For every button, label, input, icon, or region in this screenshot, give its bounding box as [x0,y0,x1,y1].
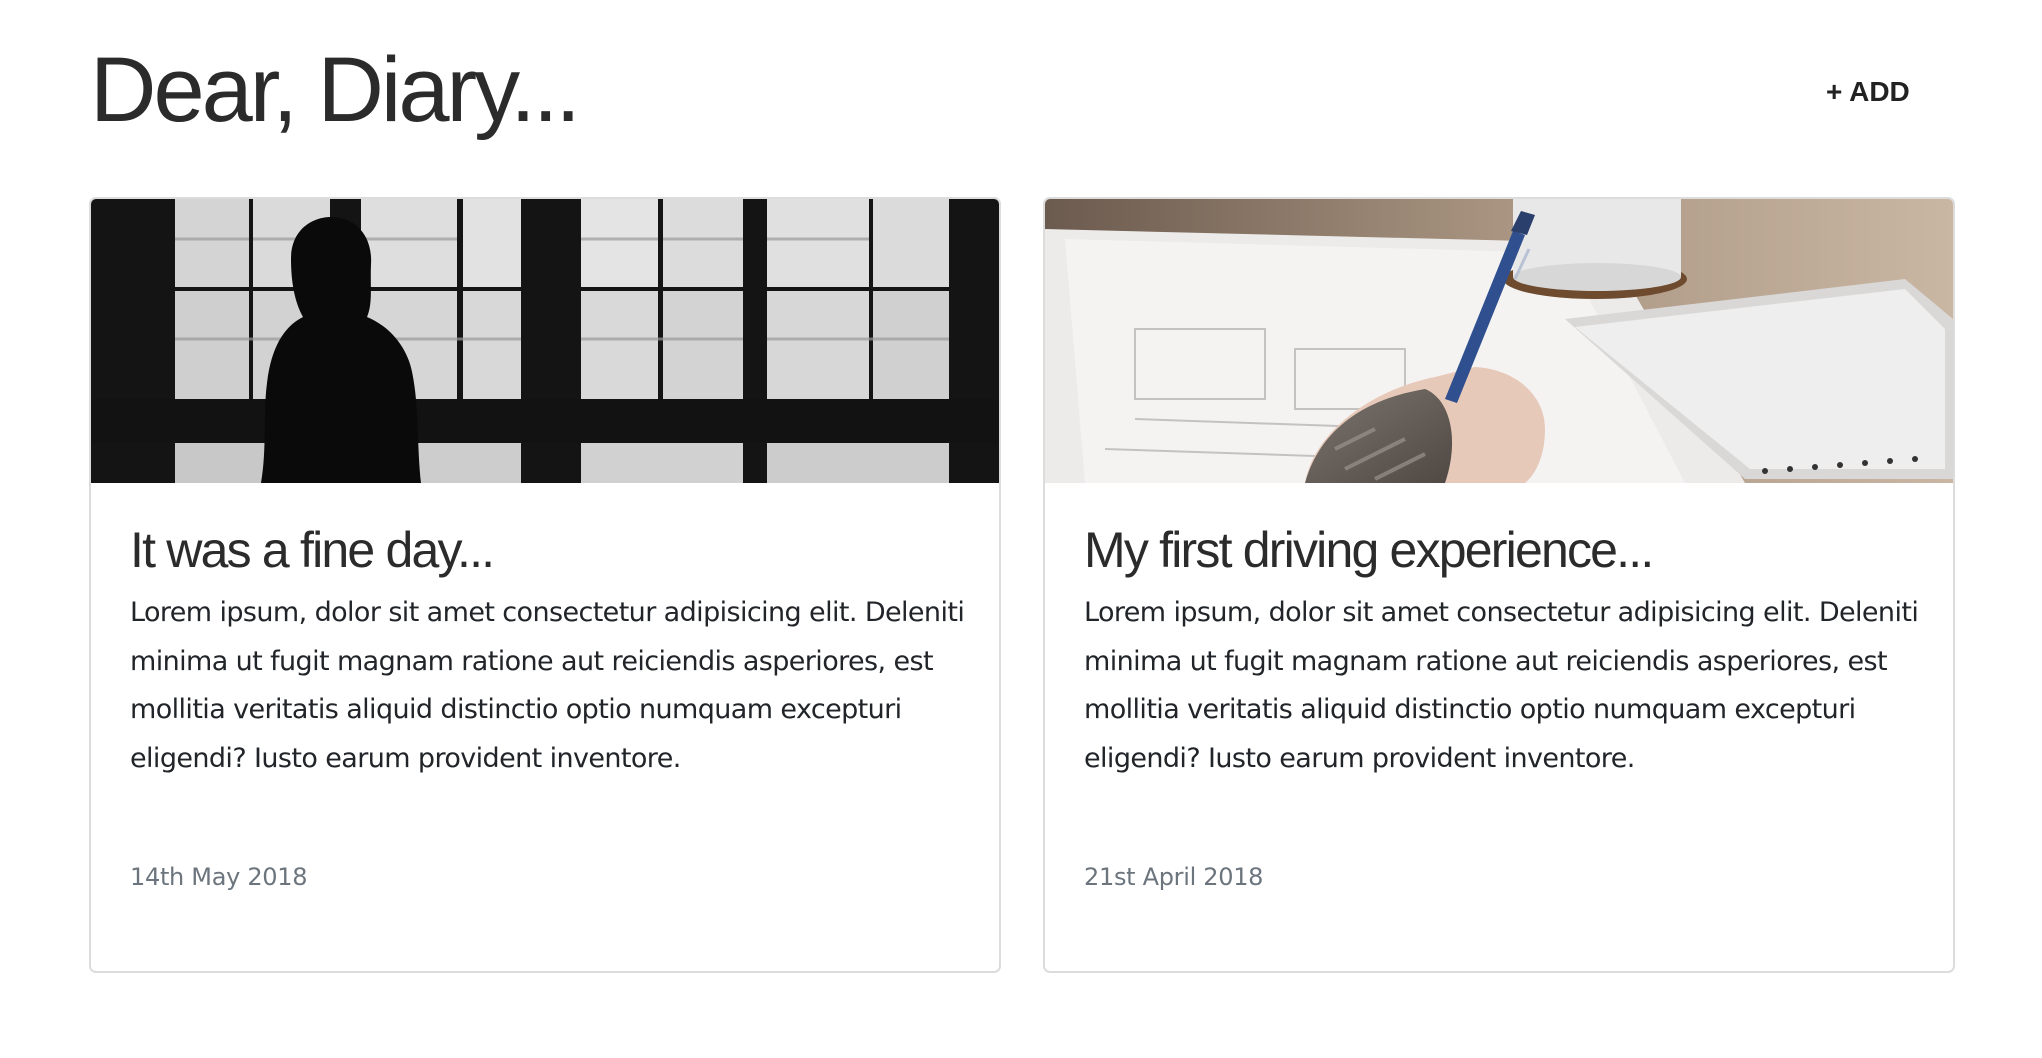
woman-silhouette-window-image [91,199,999,483]
entry-date: 21st April 2018 [1084,863,1264,891]
hand-writing-with-pen-image [1045,199,1953,483]
page-title: Dear, Diary... [90,39,581,141]
entry-title: It was a fine day... [130,522,495,578]
entry-date: 14th May 2018 [130,863,308,891]
diary-entry-card[interactable]: My first driving experience... Lorem ips… [1043,197,1955,973]
add-entry-button[interactable]: + ADD [1826,70,1910,114]
entry-title: My first driving experience... [1084,522,1654,578]
entry-body: Lorem ipsum, dolor sit amet consectetur … [130,597,965,774]
entry-body: Lorem ipsum, dolor sit amet consectetur … [1084,597,1919,774]
diary-entry-card[interactable]: It was a fine day... Lorem ipsum, dolor … [89,197,1001,973]
